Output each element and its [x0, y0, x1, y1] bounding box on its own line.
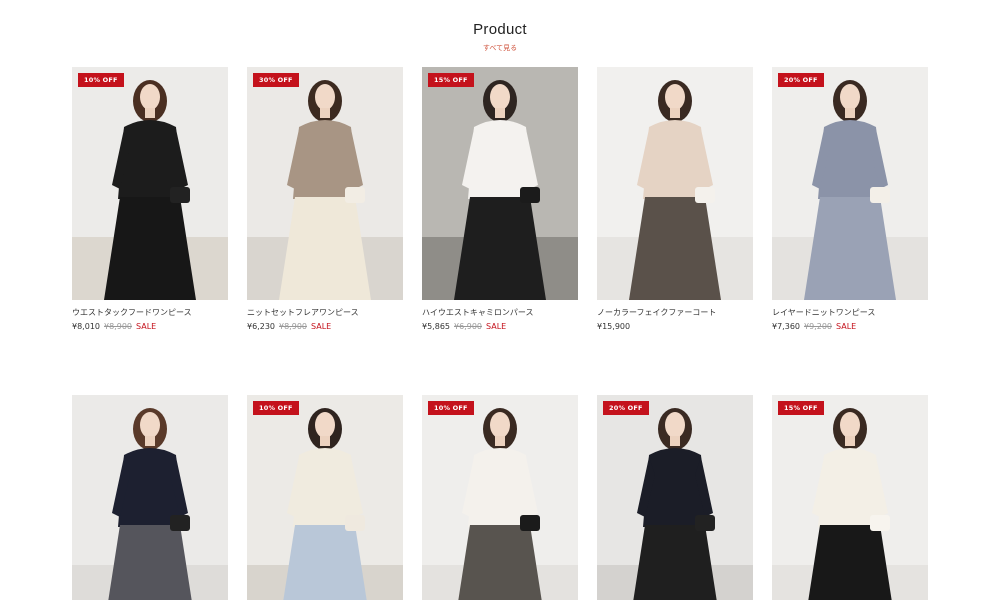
price-row: ¥7,360 ¥9,200 SALE: [772, 322, 928, 331]
model-photo: [597, 67, 753, 300]
product-card[interactable]: 15% OFF ハイウエストキャミロンパース ¥5,865 ¥6,900 SALE: [422, 67, 578, 331]
sale-label: SALE: [311, 322, 332, 331]
product-image[interactable]: 10% OFF: [247, 395, 403, 600]
product-name[interactable]: レイヤードニットワンピース: [772, 307, 928, 318]
model-photo: [597, 395, 753, 600]
discount-badge: 30% OFF: [253, 73, 299, 87]
product-image[interactable]: 10% OFF: [422, 395, 578, 600]
original-price: ¥8,900: [104, 322, 132, 331]
discount-badge: 15% OFF: [778, 401, 824, 415]
discount-badge: 20% OFF: [603, 401, 649, 415]
product-card[interactable]: ノーカラーフェイクファーコート ¥15,900: [597, 67, 753, 331]
product-image[interactable]: 15% OFF: [422, 67, 578, 300]
product-image[interactable]: 20% OFF: [597, 395, 753, 600]
price-row: ¥5,865 ¥6,900 SALE: [422, 322, 578, 331]
product-card[interactable]: 10% OFF ウエストタックフードワンピース ¥8,010 ¥8,900 SALE: [72, 67, 228, 331]
product-card[interactable]: [72, 395, 228, 600]
model-photo: [72, 67, 228, 300]
model-photo: [422, 395, 578, 600]
sale-label: SALE: [836, 322, 857, 331]
discount-badge: 20% OFF: [778, 73, 824, 87]
discount-badge: 10% OFF: [253, 401, 299, 415]
current-price: ¥6,230: [247, 322, 275, 331]
price-row: ¥6,230 ¥8,900 SALE: [247, 322, 403, 331]
section-title: Product: [473, 21, 527, 38]
current-price: ¥7,360: [772, 322, 800, 331]
product-card[interactable]: 10% OFF: [422, 395, 578, 600]
current-price: ¥5,865: [422, 322, 450, 331]
product-card[interactable]: 30% OFF ニットセットフレアワンピース ¥6,230 ¥8,900 SALE: [247, 67, 403, 331]
discount-badge: 10% OFF: [78, 73, 124, 87]
discount-badge: 10% OFF: [428, 401, 474, 415]
product-image[interactable]: 30% OFF: [247, 67, 403, 300]
product-card[interactable]: 10% OFF: [247, 395, 403, 600]
model-photo: [247, 395, 403, 600]
product-card[interactable]: 20% OFF レイヤードニットワンピース ¥7,360 ¥9,200 SALE: [772, 67, 928, 331]
product-image[interactable]: 15% OFF: [772, 395, 928, 600]
discount-badge: 15% OFF: [428, 73, 474, 87]
current-price: ¥8,010: [72, 322, 100, 331]
product-name[interactable]: ハイウエストキャミロンパース: [422, 307, 578, 318]
current-price: ¥15,900: [597, 322, 631, 331]
product-grid: 10% OFF ウエストタックフードワンピース ¥8,010 ¥8,900 SALE 30…: [72, 67, 928, 600]
original-price: ¥6,900: [454, 322, 482, 331]
product-image[interactable]: 10% OFF: [72, 67, 228, 300]
model-photo: [422, 67, 578, 300]
see-all-link[interactable]: すべて見る: [0, 43, 1000, 53]
product-name[interactable]: ウエストタックフードワンピース: [72, 307, 228, 318]
product-image[interactable]: [72, 395, 228, 600]
original-price: ¥9,200: [804, 322, 832, 331]
model-photo: [72, 395, 228, 600]
sale-label: SALE: [486, 322, 507, 331]
model-photo: [772, 395, 928, 600]
original-price: ¥8,900: [279, 322, 307, 331]
product-name[interactable]: ニットセットフレアワンピース: [247, 307, 403, 318]
price-row: ¥15,900: [597, 322, 753, 331]
model-photo: [247, 67, 403, 300]
product-card[interactable]: 15% OFF: [772, 395, 928, 600]
product-name[interactable]: ノーカラーフェイクファーコート: [597, 307, 753, 318]
model-photo: [772, 67, 928, 300]
product-image[interactable]: 20% OFF: [772, 67, 928, 300]
sale-label: SALE: [136, 322, 157, 331]
price-row: ¥8,010 ¥8,900 SALE: [72, 322, 228, 331]
product-image[interactable]: [597, 67, 753, 300]
product-card[interactable]: 20% OFF: [597, 395, 753, 600]
